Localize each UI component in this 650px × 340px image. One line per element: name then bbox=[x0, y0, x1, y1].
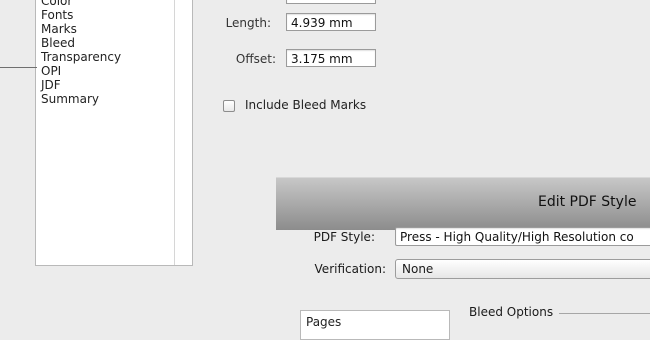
dialog-titlebar[interactable]: Edit PDF Style bbox=[276, 177, 650, 230]
length-input[interactable]: 4.939 mm bbox=[286, 13, 376, 31]
verification-select[interactable]: None bbox=[395, 259, 650, 279]
category-list-panel: Color Fonts Marks Bleed Transparency OPI… bbox=[35, 0, 193, 266]
pdf-style-label: PDF Style: bbox=[313, 230, 375, 244]
settings-list: Pages bbox=[300, 310, 450, 340]
category-item-transparency[interactable]: Transparency bbox=[41, 50, 121, 64]
category-item-opi[interactable]: OPI bbox=[41, 64, 61, 78]
edit-pdf-style-dialog: Edit PDF Style PDF Style: Press - High Q… bbox=[276, 177, 650, 340]
bleed-options-label: Bleed Options bbox=[469, 305, 554, 319]
include-bleed-marks-label: Include Bleed Marks bbox=[245, 98, 367, 112]
list-item-pages[interactable]: Pages bbox=[306, 315, 341, 329]
verification-label: Verification: bbox=[314, 262, 386, 276]
pdf-style-input[interactable]: Press - High Quality/High Resolution co bbox=[395, 227, 650, 246]
bleed-options-group-line bbox=[559, 313, 650, 314]
category-item-jdf[interactable]: JDF bbox=[41, 78, 61, 92]
list-divider bbox=[174, 0, 175, 265]
dialog-title: Edit PDF Style bbox=[538, 194, 637, 210]
top-partial-field[interactable] bbox=[286, 0, 376, 4]
dialog-body: PDF Style: Press - High Quality/High Res… bbox=[276, 227, 650, 340]
length-label: Length: bbox=[225, 16, 271, 30]
offset-input[interactable]: 3.175 mm bbox=[286, 49, 376, 67]
category-item-fonts[interactable]: Fonts bbox=[41, 8, 73, 22]
include-bleed-marks-checkbox[interactable] bbox=[223, 100, 235, 112]
separator-line bbox=[0, 67, 37, 68]
category-item-bleed[interactable]: Bleed bbox=[41, 36, 75, 50]
category-item-marks[interactable]: Marks bbox=[41, 22, 77, 36]
category-item-color[interactable]: Color bbox=[41, 0, 72, 8]
category-item-summary[interactable]: Summary bbox=[41, 92, 99, 106]
offset-label: Offset: bbox=[235, 52, 276, 66]
